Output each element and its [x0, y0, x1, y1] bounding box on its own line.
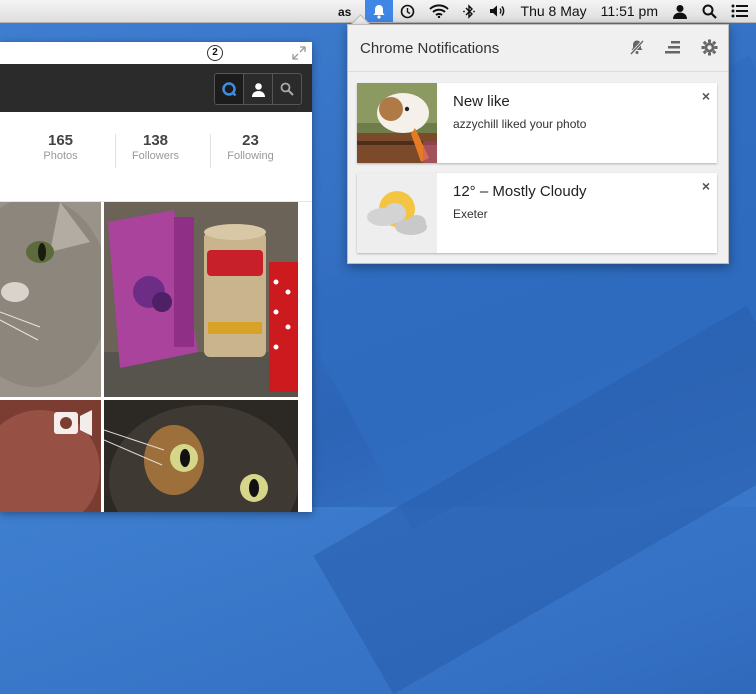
stat-label: Followers	[131, 150, 180, 162]
user-icon[interactable]	[665, 0, 695, 22]
notification-title: 12° – Mostly Cloudy	[453, 183, 587, 200]
top-navigation-bar	[0, 64, 312, 112]
chrome-notifications-panel: Chrome Notifications New like azzychill …	[347, 24, 729, 264]
nav-button-group	[214, 73, 302, 105]
stat-count: 165	[47, 132, 74, 149]
close-icon[interactable]: ×	[702, 178, 710, 194]
search-button[interactable]	[273, 74, 301, 104]
stat-followers[interactable]: 138 Followers	[108, 132, 203, 162]
panel-toolbar	[628, 38, 718, 56]
photo-grid	[0, 202, 312, 512]
volume-icon[interactable]	[482, 0, 514, 22]
photo-tea-and-coffee[interactable]	[104, 202, 298, 397]
notification-card-like[interactable]: New like azzychill liked your photo ×	[357, 83, 717, 163]
clear-all-icon[interactable]	[664, 38, 682, 56]
expand-icon[interactable]	[292, 46, 306, 60]
menubar-time[interactable]: 11:51 pm	[594, 3, 665, 19]
video-thumbnail[interactable]	[0, 400, 101, 512]
stat-following[interactable]: 23 Following	[203, 132, 298, 162]
close-icon[interactable]: ×	[702, 88, 710, 104]
panel-divider	[348, 71, 728, 72]
stat-label: Photos	[43, 150, 78, 162]
stat-photos[interactable]: 165 Photos	[13, 132, 108, 162]
mute-bell-icon[interactable]	[628, 38, 646, 56]
profile-stats: 165 Photos 138 Followers 23 Following	[0, 132, 312, 176]
notification-bell-icon[interactable]	[364, 0, 393, 22]
guinea-pig-thumbnail	[357, 83, 437, 163]
profile-button[interactable]	[244, 74, 273, 104]
svg-text:as: as	[338, 5, 352, 17]
notification-center-icon[interactable]	[724, 0, 756, 22]
photo-cat-face[interactable]	[104, 400, 298, 512]
browser-window: 2 165 Photos 138 Followers 23 Following	[0, 42, 312, 512]
bluetooth-icon[interactable]	[456, 0, 482, 22]
weather-cloudy-icon	[357, 173, 437, 253]
notification-count-badge: 2	[208, 46, 222, 60]
wifi-icon[interactable]	[422, 0, 456, 22]
settings-gear-icon[interactable]	[700, 38, 718, 56]
panel-title: Chrome Notifications	[360, 40, 500, 57]
timemachine-icon[interactable]	[393, 0, 422, 22]
stat-count: 23	[242, 132, 259, 149]
notification-title: New like	[453, 93, 510, 110]
activity-button[interactable]	[215, 74, 244, 104]
notification-card-weather[interactable]: 12° – Mostly Cloudy Exeter ×	[357, 173, 717, 253]
stat-label: Following	[227, 150, 274, 162]
spotlight-search-icon[interactable]	[695, 0, 724, 22]
notification-message: Exeter	[453, 207, 488, 221]
menubar-date[interactable]: Thu 8 May	[514, 3, 594, 19]
notification-message: azzychill liked your photo	[453, 117, 587, 131]
photo-cat-closeup[interactable]	[0, 202, 101, 397]
stat-count: 138	[142, 132, 169, 149]
menu-bar: as Thu 8 May 11:51 pm	[0, 0, 756, 23]
